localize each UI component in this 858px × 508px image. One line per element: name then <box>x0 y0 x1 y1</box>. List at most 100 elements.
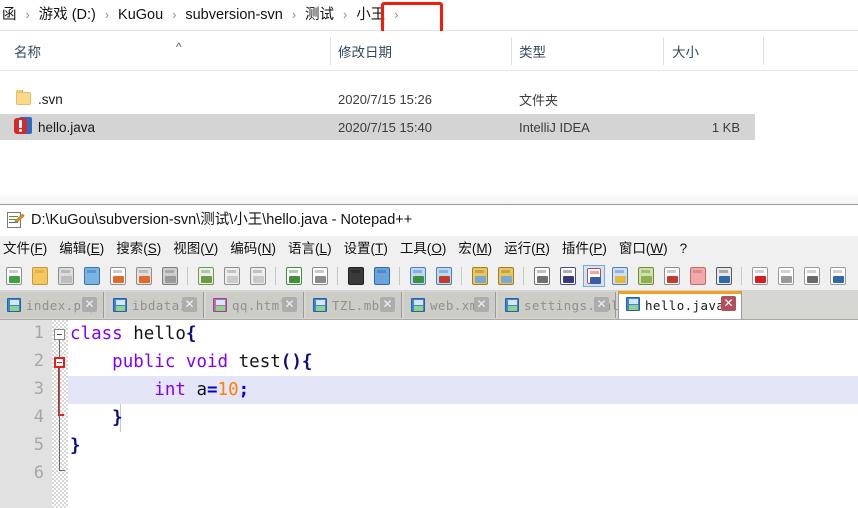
save-icon[interactable] <box>55 265 77 287</box>
breadcrumb-chevron-icon[interactable]: › <box>285 0 303 31</box>
show-all-chars-icon[interactable] <box>557 265 579 287</box>
toolbar-separator <box>187 267 188 285</box>
sync-vertical-scroll-icon[interactable] <box>469 265 491 287</box>
document-tab-5[interactable]: settings.xml ✕ <box>498 292 619 318</box>
tab-close-icon[interactable]: ✕ <box>82 297 97 312</box>
code-line-4[interactable]: } <box>68 404 858 432</box>
menu-item-2[interactable]: 搜索(S) <box>110 236 167 261</box>
new-file-icon[interactable] <box>3 265 25 287</box>
column-divider[interactable] <box>763 37 764 65</box>
menu-item-4[interactable]: 编码(N) <box>224 236 282 261</box>
table-row[interactable]: hello.java 2020/7/15 15:40 IntelliJ IDEA… <box>0 114 755 140</box>
document-tab-1[interactable]: ibdata1 ✕ <box>106 292 204 318</box>
table-row[interactable]: .svn 2020/7/15 15:26 文件夹 <box>0 86 755 112</box>
tab-close-icon[interactable]: ✕ <box>282 297 297 312</box>
breadcrumb-item-4[interactable]: 测试 <box>303 0 336 31</box>
copy-icon[interactable] <box>221 265 243 287</box>
breadcrumb[interactable]: 函 › 游戏 (D:) › KuGou › subversion-svn › 测试 › 小王 › <box>0 0 405 31</box>
code-line-5[interactable]: } <box>68 432 858 460</box>
code-line-6[interactable] <box>68 460 858 488</box>
menu-item-1[interactable]: 编辑(E) <box>53 236 110 261</box>
word-wrap-icon[interactable] <box>531 265 553 287</box>
menu-item-7[interactable]: 工具(O) <box>394 236 453 261</box>
menu-item-6[interactable]: 设置(T) <box>338 236 394 261</box>
column-divider[interactable] <box>663 37 664 65</box>
paste-icon[interactable] <box>247 265 269 287</box>
monitoring-icon[interactable] <box>713 265 735 287</box>
column-divider[interactable] <box>511 37 512 65</box>
menu-bar[interactable]: 文件(F) 编辑(E) 搜索(S) 视图(V) 编码(N) 语言(L) 设置(T) 工具(O)… <box>0 236 858 261</box>
undo-icon[interactable] <box>283 265 305 287</box>
breadcrumb-chevron-icon[interactable]: › <box>336 0 354 31</box>
breadcrumb-chevron-icon[interactable]: › <box>19 0 37 31</box>
menu-items[interactable]: 文件(F) 编辑(E) 搜索(S) 视图(V) 编码(N) 语言(L) 设置(T) 工具(O)… <box>0 236 693 261</box>
tab-close-icon[interactable]: ✕ <box>380 297 395 312</box>
code-text-area[interactable]: class hello{ public void test(){ int a=1… <box>68 320 858 508</box>
tab-close-icon[interactable]: ✕ <box>721 296 736 311</box>
code-line-2[interactable]: public void test(){ <box>68 348 858 376</box>
sync-horizontal-scroll-icon[interactable] <box>495 265 517 287</box>
breadcrumb-item-0[interactable]: 函 <box>0 0 19 31</box>
run-macro-multiple-icon[interactable] <box>827 265 849 287</box>
find-icon[interactable] <box>345 265 367 287</box>
close-file-icon[interactable] <box>107 265 129 287</box>
column-header-date[interactable]: 修改日期 <box>338 31 392 71</box>
column-header-type[interactable]: 类型 <box>519 31 546 71</box>
column-header-name[interactable]: 名称 <box>14 31 41 71</box>
column-divider[interactable] <box>330 37 331 65</box>
menu-item-5[interactable]: 语言(L) <box>282 236 338 261</box>
open-file-icon[interactable] <box>29 265 51 287</box>
menu-item-12[interactable]: ? <box>674 236 694 261</box>
zoom-in-icon[interactable] <box>407 265 429 287</box>
line-number: 1 <box>33 323 44 343</box>
cut-icon[interactable] <box>195 265 217 287</box>
breadcrumb-item-5[interactable]: 小王 <box>354 0 387 31</box>
tab-close-icon[interactable]: ✕ <box>182 297 197 312</box>
ui-dialog-icon[interactable] <box>609 265 631 287</box>
menu-item-11[interactable]: 窗口(W) <box>613 236 674 261</box>
record-macro-icon[interactable] <box>749 265 771 287</box>
tab-close-icon[interactable]: ✕ <box>594 297 609 312</box>
document-tab-0[interactable]: index.php ✕ <box>0 292 104 318</box>
menu-item-3[interactable]: 视图(V) <box>167 236 224 261</box>
document-tab-2[interactable]: qq.html ✕ <box>206 292 304 318</box>
address-bar[interactable]: 函 › 游戏 (D:) › KuGou › subversion-svn › 测试 › 小王 › <box>0 0 858 34</box>
breadcrumb-chevron-icon[interactable]: › <box>387 0 405 31</box>
document-tab-6[interactable]: hello.java ✕ <box>618 291 742 319</box>
breadcrumb-chevron-icon[interactable]: › <box>98 0 116 31</box>
breadcrumb-chevron-icon[interactable]: › <box>165 0 183 31</box>
menu-item-10[interactable]: 插件(P) <box>556 236 613 261</box>
close-all-icon[interactable] <box>133 265 155 287</box>
fold-toggle-active-icon[interactable] <box>54 357 65 368</box>
code-editor[interactable]: 1 2 3 4 5 6 class hello{ public void test(){ … <box>0 319 858 508</box>
print-icon[interactable] <box>159 265 181 287</box>
toolbar-separator <box>741 267 742 285</box>
folder-as-workspace-icon[interactable] <box>687 265 709 287</box>
menu-item-0[interactable]: 文件(F) <box>0 236 53 261</box>
redo-icon[interactable] <box>309 265 331 287</box>
document-tab-3[interactable]: TZL.mb ✕ <box>306 292 402 318</box>
breadcrumb-item-3[interactable]: subversion-svn <box>183 0 285 31</box>
zoom-out-icon[interactable] <box>433 265 455 287</box>
tab-close-icon[interactable]: ✕ <box>474 297 489 312</box>
file-size: 1 KB <box>711 119 740 135</box>
breadcrumb-item-2[interactable]: KuGou <box>116 0 165 31</box>
indent-guide-icon[interactable] <box>583 265 605 287</box>
fold-toggle-icon[interactable] <box>54 329 65 340</box>
replace-icon[interactable] <box>371 265 393 287</box>
document-map-icon[interactable] <box>635 265 657 287</box>
function-list-icon[interactable] <box>661 265 683 287</box>
save-all-icon[interactable] <box>81 265 103 287</box>
code-line-3[interactable]: int a=10; <box>68 376 858 404</box>
document-tab-bar[interactable]: index.php ✕ ibdata1 ✕ qq.html ✕ TZL.mb ✕ web.xml… <box>0 291 858 319</box>
breadcrumb-item-1[interactable]: 游戏 (D:) <box>37 0 98 31</box>
menu-item-8[interactable]: 宏(M) <box>452 236 498 261</box>
fold-margin[interactable] <box>52 320 68 508</box>
play-macro-icon[interactable] <box>801 265 823 287</box>
toolbar[interactable] <box>0 261 858 291</box>
column-header-size[interactable]: 大小 <box>672 31 699 71</box>
document-tab-4[interactable]: web.xml ✕ <box>404 292 496 318</box>
menu-item-9[interactable]: 运行(R) <box>498 236 556 261</box>
stop-macro-icon[interactable] <box>775 265 797 287</box>
code-line-1[interactable]: class hello{ <box>68 320 858 348</box>
